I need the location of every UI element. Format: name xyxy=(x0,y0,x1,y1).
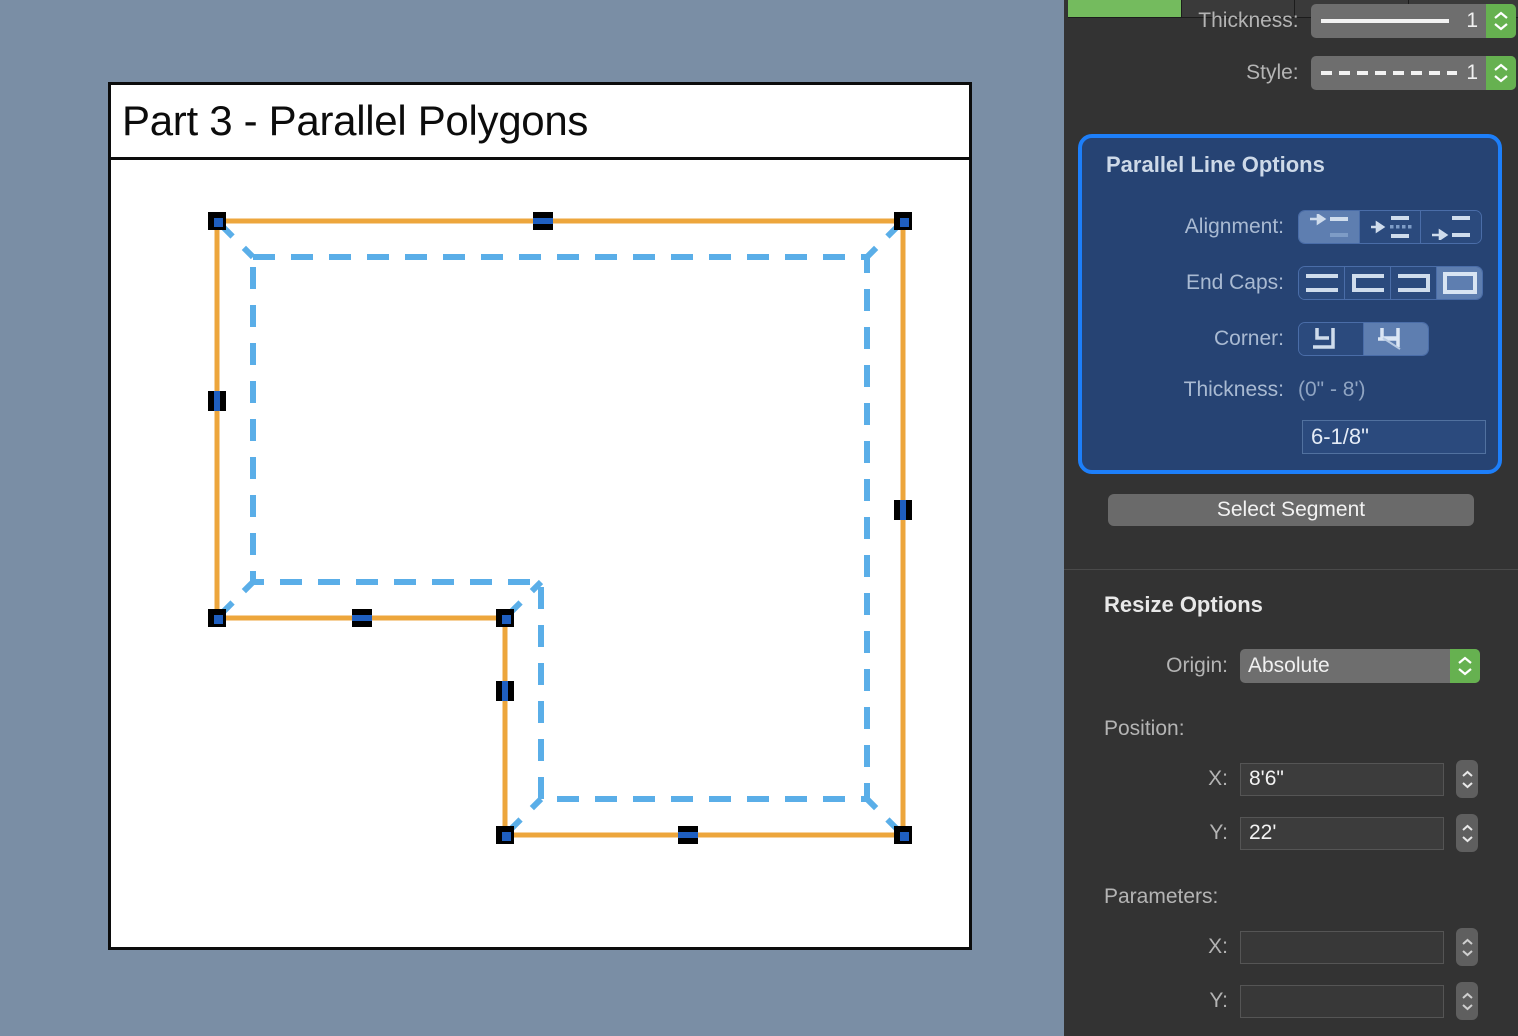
panel-divider xyxy=(1064,569,1518,570)
cap-start-icon[interactable] xyxy=(1345,267,1391,299)
corner-link-tl xyxy=(214,218,256,260)
position-x-label: X: xyxy=(1208,767,1228,790)
corner-link-notch xyxy=(502,579,544,621)
corner-link-br xyxy=(864,796,906,838)
parallel-line-options-title: Parallel Line Options xyxy=(1106,152,1325,177)
parameters-y-row: Y: xyxy=(1104,982,1504,1020)
plo-thickness-row: Thickness: (0" - 8') xyxy=(1082,378,1492,402)
vertex-handle[interactable] xyxy=(208,609,226,627)
midpoint-handles xyxy=(208,212,912,844)
vertex-handle[interactable] xyxy=(894,826,912,844)
polygon-graphic xyxy=(208,212,912,844)
midpoint-handle[interactable] xyxy=(678,826,698,844)
thickness-value: 1 xyxy=(1311,4,1486,38)
sheet-title-bar: Part 3 - Parallel Polygons xyxy=(111,85,969,160)
vertex-handle[interactable] xyxy=(496,609,514,627)
alignment-label: Alignment: xyxy=(1184,215,1284,238)
thickness-label: Thickness: xyxy=(1198,9,1299,32)
select-segment-label: Select Segment xyxy=(1216,498,1366,521)
parameters-y-input[interactable] xyxy=(1240,984,1444,1018)
style-value: 1 xyxy=(1311,56,1486,90)
parameters-x-input[interactable] xyxy=(1240,930,1444,964)
drawing-sheet[interactable]: Part 3 - Parallel Polygons xyxy=(108,82,972,950)
align-right-icon[interactable] xyxy=(1421,211,1481,243)
parallel-line-options-group: Parallel Line Options Alignment: End Cap… xyxy=(1078,134,1502,474)
cap-both-icon[interactable] xyxy=(1437,267,1482,299)
position-x-input[interactable]: 8'6" xyxy=(1240,762,1444,796)
parameters-y-label: Y: xyxy=(1209,989,1228,1012)
drawing-canvas[interactable]: Part 3 - Parallel Polygons xyxy=(0,0,1060,1036)
corner-link-bl xyxy=(502,796,544,838)
parameters-x-label: X: xyxy=(1208,935,1228,958)
polygon-path xyxy=(214,218,906,838)
corner-option-group[interactable] xyxy=(1298,322,1429,356)
plo-thickness-input[interactable]: 6-1/8" xyxy=(1302,420,1486,454)
thickness-stepper[interactable] xyxy=(1486,4,1516,38)
corner-link-tr xyxy=(864,218,906,260)
style-line-preview xyxy=(1320,71,1457,75)
midpoint-handle[interactable] xyxy=(496,681,514,701)
vertex-handle[interactable] xyxy=(894,212,912,230)
parallel-offset-path xyxy=(250,254,870,802)
corner-square-icon[interactable] xyxy=(1299,323,1364,355)
cap-end-icon[interactable] xyxy=(1391,267,1437,299)
end-caps-option-group[interactable] xyxy=(1298,266,1483,300)
position-label: Position: xyxy=(1104,717,1185,740)
origin-combo[interactable]: Absolute xyxy=(1240,649,1480,683)
position-x-value: 8'6" xyxy=(1249,767,1284,790)
position-y-row: Y: 22' xyxy=(1104,814,1504,852)
vertex-handles xyxy=(208,212,912,844)
parameters-label: Parameters: xyxy=(1104,885,1219,908)
plo-thickness-label: Thickness: xyxy=(1183,378,1284,401)
page-title: Part 3 - Parallel Polygons xyxy=(122,97,589,144)
parameters-y-stepper[interactable] xyxy=(1456,982,1478,1020)
select-segment-button[interactable]: Select Segment xyxy=(1108,494,1474,526)
corner-label: Corner: xyxy=(1213,327,1284,350)
position-y-value: 22' xyxy=(1249,821,1277,844)
origin-row: Origin: Absolute xyxy=(1104,649,1504,683)
midpoint-handle[interactable] xyxy=(894,500,912,520)
corner-row: Corner: xyxy=(1082,322,1482,356)
thickness-combo[interactable]: 1 xyxy=(1310,4,1516,38)
resize-options-title: Resize Options xyxy=(1104,592,1263,617)
plo-thickness-value: 6-1/8" xyxy=(1311,424,1369,449)
position-y-stepper[interactable] xyxy=(1456,814,1478,852)
plo-thickness-range: (0" - 8') xyxy=(1298,378,1366,401)
align-center-icon[interactable] xyxy=(1360,211,1421,243)
vertex-handle[interactable] xyxy=(496,826,514,844)
end-caps-label: End Caps: xyxy=(1185,271,1284,294)
align-left-icon[interactable] xyxy=(1299,211,1360,243)
style-stepper[interactable] xyxy=(1486,56,1516,90)
attribute-style-row: Style: 1 xyxy=(1116,56,1516,90)
alignment-option-group[interactable] xyxy=(1298,210,1482,244)
origin-label: Origin: xyxy=(1166,654,1228,677)
origin-value: Absolute xyxy=(1248,654,1330,677)
thickness-line-preview xyxy=(1320,19,1449,23)
midpoint-handle[interactable] xyxy=(533,212,553,230)
midpoint-handle[interactable] xyxy=(352,609,372,627)
cap-none-icon[interactable] xyxy=(1299,267,1345,299)
position-x-row: X: 8'6" xyxy=(1104,760,1504,798)
vertex-handle[interactable] xyxy=(208,212,226,230)
corner-link-left xyxy=(214,579,256,621)
alignment-row: Alignment: xyxy=(1082,210,1482,244)
origin-stepper[interactable] xyxy=(1450,649,1480,683)
style-label: Style: xyxy=(1246,61,1299,84)
parameters-x-row: X: xyxy=(1104,928,1504,966)
position-x-stepper[interactable] xyxy=(1456,760,1478,798)
position-y-input[interactable]: 22' xyxy=(1240,816,1444,850)
end-caps-row: End Caps: xyxy=(1082,266,1492,300)
attribute-thickness-row: Thickness: 1 xyxy=(1116,4,1516,38)
parameters-x-stepper[interactable] xyxy=(1456,928,1478,966)
position-y-label: Y: xyxy=(1209,821,1228,844)
style-combo[interactable]: 1 xyxy=(1310,56,1516,90)
corner-miter-icon[interactable] xyxy=(1364,323,1428,355)
midpoint-handle[interactable] xyxy=(208,391,226,411)
